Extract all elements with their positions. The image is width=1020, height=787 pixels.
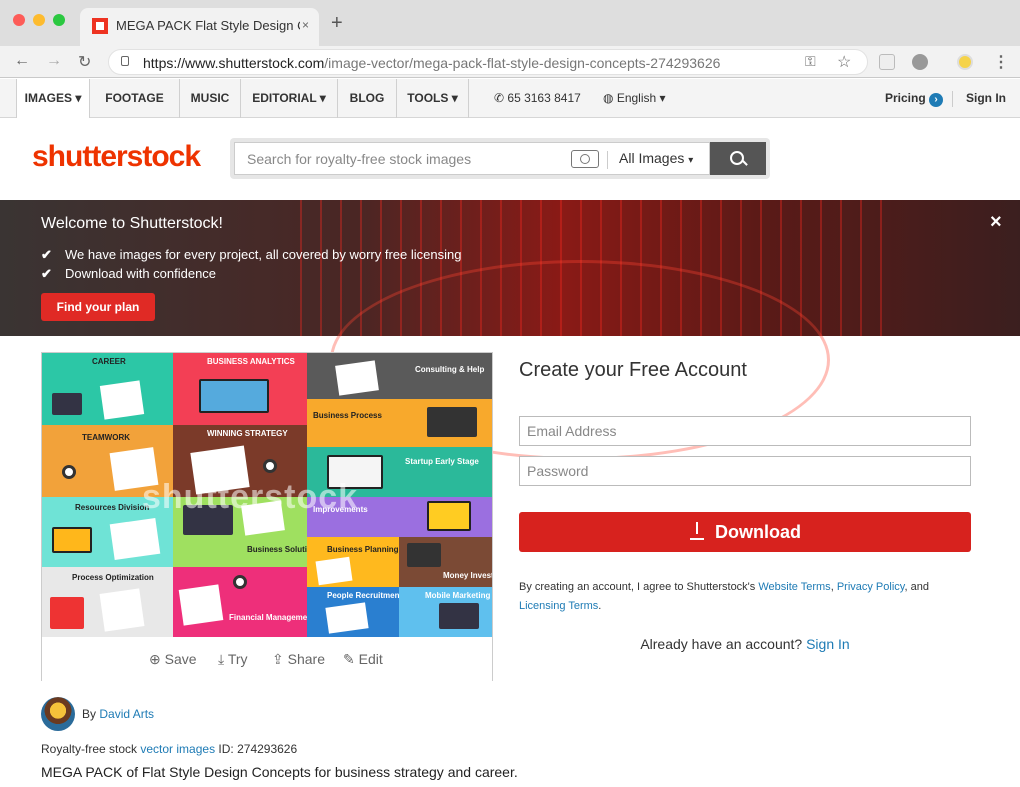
reload-icon[interactable]: ↻ xyxy=(78,52,91,72)
shutterstock-logo[interactable]: shutterstock xyxy=(32,140,201,174)
download-button[interactable]: Download xyxy=(519,512,971,552)
close-window-button[interactable] xyxy=(13,14,25,26)
phone-link[interactable]: ✆ 65 3163 8417 xyxy=(494,79,581,118)
caret-down-icon: ▾ xyxy=(688,155,694,166)
tile-label: Startup Early Stage xyxy=(405,457,479,466)
tile-label: Financial Management xyxy=(229,613,307,622)
avatar[interactable] xyxy=(41,697,75,731)
bookmark-star-icon[interactable]: ☆ xyxy=(837,52,851,72)
minimize-window-button[interactable] xyxy=(33,14,45,26)
close-tab-icon[interactable]: × xyxy=(302,18,309,32)
website-terms-link[interactable]: Website Terms xyxy=(758,581,830,593)
nav-images[interactable]: IMAGES ▾ xyxy=(16,79,90,118)
search-input[interactable]: Search for royalty-free stock images All… xyxy=(234,142,710,175)
globe-icon: ◍ xyxy=(603,91,614,105)
share-icon: ⇪ xyxy=(272,651,284,667)
tile-label: CAREER xyxy=(92,357,126,366)
tile-label: Resources Division xyxy=(75,503,150,512)
signup-title: Create your Free Account xyxy=(519,359,747,381)
tile-label: Consulting & Help xyxy=(415,365,485,374)
check-icon: ✔ xyxy=(41,266,52,281)
try-button[interactable]: ⤓ Try xyxy=(218,651,248,668)
download-icon: ⤓ xyxy=(218,651,225,667)
address-bar-row: ← → ↻ https://www.shutterstock.com/image… xyxy=(0,46,1020,78)
shutterstock-favicon-icon xyxy=(92,18,108,34)
nav-blog[interactable]: BLOG xyxy=(338,79,397,118)
close-icon[interactable]: × xyxy=(990,211,1002,234)
new-tab-button[interactable]: + xyxy=(331,12,343,35)
image-preview[interactable]: CAREER TEAMWORK Resources Division Proce… xyxy=(42,353,492,637)
profile-avatar-icon[interactable] xyxy=(957,54,973,70)
edit-button[interactable]: ✎ Edit xyxy=(343,651,383,668)
nav-tools[interactable]: TOOLS ▾ xyxy=(397,79,469,118)
check-icon: ✔ xyxy=(41,247,52,262)
watermark-text: shutterstock xyxy=(142,478,359,516)
back-icon[interactable]: ← xyxy=(14,52,30,70)
banner-bullet: ✔ Download with confidence xyxy=(41,266,217,281)
url-field[interactable]: https://www.shutterstock.com/image-vecto… xyxy=(108,49,868,75)
already-have-account: Already have an account? Sign In xyxy=(640,636,850,652)
nav-footage[interactable]: FOOTAGE xyxy=(90,79,180,118)
globe-extension-icon[interactable] xyxy=(912,54,928,70)
download-arrow-icon xyxy=(689,522,705,541)
language-select[interactable]: ◍ English ▾ xyxy=(603,79,666,118)
nav-editorial[interactable]: EDITORIAL ▾ xyxy=(241,79,338,118)
banner-title: Welcome to Shutterstock! xyxy=(41,215,223,232)
phone-icon: ✆ xyxy=(494,91,505,105)
search-bar: Search for royalty-free stock images All… xyxy=(230,138,770,179)
tile-label: Business Solution xyxy=(247,545,307,554)
share-button[interactable]: ⇪ Share xyxy=(272,651,325,668)
camera-icon[interactable] xyxy=(571,150,599,168)
browser-tab[interactable]: MEGA PACK Flat Style Design C × xyxy=(80,8,319,46)
tile-label: BUSINESS ANALYTICS xyxy=(207,357,295,366)
browser-tab-bar: MEGA PACK Flat Style Design C × + xyxy=(0,0,1020,46)
site-nav: IMAGES ▾ FOOTAGE MUSIC EDITORIAL ▾ BLOG … xyxy=(0,79,1020,118)
nav-divider xyxy=(952,91,953,107)
tile-label: WINNING STRATEGY xyxy=(207,429,288,438)
royalty-free-line: Royalty-free stock vector images ID: 274… xyxy=(41,742,298,756)
save-button[interactable]: ⊕ Save xyxy=(149,651,197,668)
find-your-plan-button[interactable]: Find your plan xyxy=(41,293,155,321)
vector-images-link[interactable]: vector images xyxy=(140,742,215,756)
image-preview-card: CAREER TEAMWORK Resources Division Proce… xyxy=(41,352,493,681)
tile-label: Business Planning xyxy=(327,545,399,554)
email-field[interactable]: Email Address xyxy=(519,416,971,446)
nav-music[interactable]: MUSIC xyxy=(180,79,241,118)
password-field[interactable]: Password xyxy=(519,456,971,486)
key-icon[interactable]: ⚿ xyxy=(805,53,816,70)
licensing-terms-link[interactable]: Licensing Terms xyxy=(519,600,598,612)
author-byline: By David Arts xyxy=(82,707,155,721)
menu-kebab-icon[interactable]: ⋮ xyxy=(993,52,1009,72)
sign-in-link[interactable]: Sign In xyxy=(966,79,1006,118)
plus-circle-icon: ⊕ xyxy=(149,651,161,667)
edit-icon: ✎ xyxy=(343,651,355,667)
sign-in-link-secondary[interactable]: Sign In xyxy=(806,636,850,652)
lock-icon xyxy=(121,56,129,66)
tile-label: Business Process xyxy=(313,411,382,420)
tile-label: People Recruitment xyxy=(327,591,399,600)
tab-title: MEGA PACK Flat Style Design C xyxy=(116,18,300,33)
pricing-link[interactable]: Pricing › xyxy=(885,79,944,118)
tile-label: Mobile Marketing xyxy=(425,591,491,600)
search-button[interactable] xyxy=(710,142,766,175)
welcome-banner: Welcome to Shutterstock! ✔ We have images… xyxy=(0,200,1020,460)
tile-label: Money Investments xyxy=(443,571,492,580)
terms-text: By creating an account, I agree to Shutt… xyxy=(519,581,929,612)
image-description: MEGA PACK of Flat Style Design Concepts … xyxy=(41,764,518,780)
search-scope-select[interactable]: All Images ▾ xyxy=(619,150,693,166)
banner-bullet: ✔ We have images for every project, all c… xyxy=(41,247,462,262)
extension-icon[interactable] xyxy=(879,54,895,70)
image-actions: ⊕ Save ⤓ Try ⇪ Share ✎ Edit xyxy=(42,637,492,681)
author-link[interactable]: David Arts xyxy=(99,707,154,721)
tile-label: Process Optimization xyxy=(72,573,154,582)
url-text: https://www.shutterstock.com/image-vecto… xyxy=(143,55,721,71)
zoom-window-button[interactable] xyxy=(53,14,65,26)
forward-icon[interactable]: → xyxy=(46,52,62,70)
privacy-policy-link[interactable]: Privacy Policy xyxy=(837,581,905,593)
chevron-right-icon: › xyxy=(929,93,944,107)
tile-label: TEAMWORK xyxy=(82,433,130,442)
